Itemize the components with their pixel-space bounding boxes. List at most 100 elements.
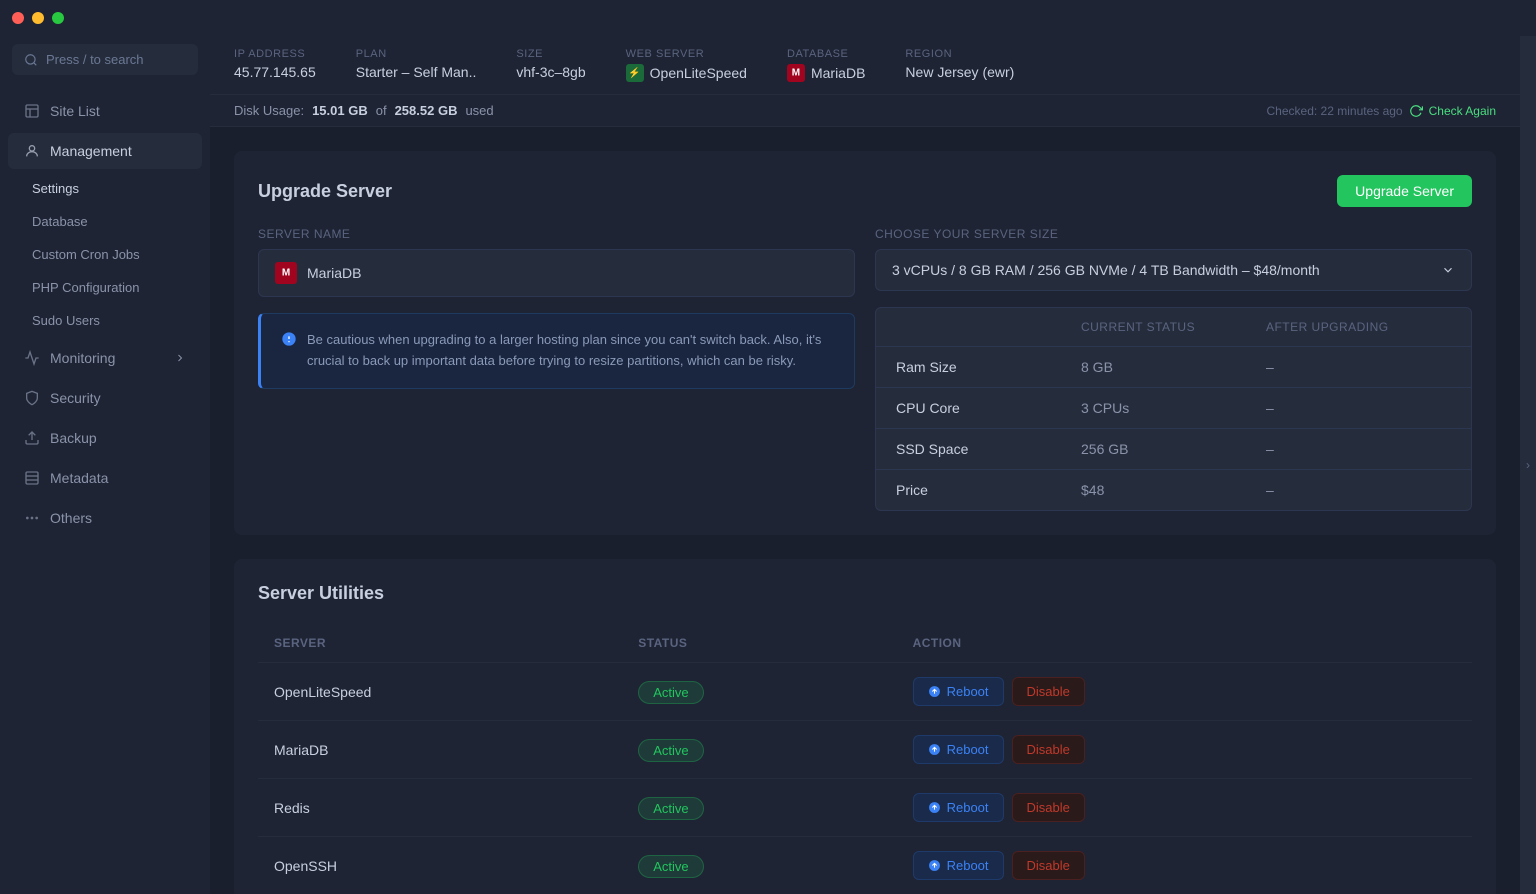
sidebar-item-backup[interactable]: Backup bbox=[8, 420, 202, 456]
specs-col-label bbox=[896, 320, 1081, 334]
web-server-field: WEB SERVER ⚡ OpenLiteSpeed bbox=[626, 48, 747, 82]
action-buttons: Reboot Disable bbox=[913, 735, 1456, 764]
col-status: Status bbox=[622, 624, 896, 663]
action-buttons: Reboot Disable bbox=[913, 851, 1456, 880]
titlebar bbox=[0, 0, 1536, 36]
table-row: Redis Active Reboot Disable bbox=[258, 779, 1472, 837]
mariadb-icon bbox=[787, 64, 805, 82]
security-icon bbox=[24, 390, 40, 406]
sidebar-item-others[interactable]: Others bbox=[8, 500, 202, 536]
metadata-label: Metadata bbox=[50, 470, 108, 486]
disk-of: of bbox=[376, 103, 387, 118]
cpu-current: 3 CPUs bbox=[1081, 400, 1266, 416]
scroll-area: Upgrade Server Upgrade Server Server Nam… bbox=[210, 127, 1520, 894]
ols-icon: ⚡ bbox=[626, 64, 644, 82]
app-body: Press / to search Site List Management S… bbox=[0, 36, 1536, 894]
sidebar-item-settings[interactable]: Settings bbox=[16, 173, 202, 204]
sidebar-item-custom-cron[interactable]: Custom Cron Jobs bbox=[16, 239, 202, 270]
server-status-cell: Active bbox=[622, 663, 896, 721]
upgrade-server-title: Upgrade Server bbox=[258, 181, 392, 202]
ssd-after: – bbox=[1266, 441, 1451, 457]
info-bar-items: IP ADDRESS 45.77.145.65 PLAN Starter – S… bbox=[234, 48, 1014, 82]
sidebar-item-sudo-users[interactable]: Sudo Users bbox=[16, 305, 202, 336]
sidebar-item-monitoring[interactable]: Monitoring bbox=[8, 340, 202, 376]
database-value: MariaDB bbox=[787, 64, 865, 82]
monitoring-label: Monitoring bbox=[50, 350, 115, 366]
server-status-cell: Active bbox=[622, 721, 896, 779]
upgrade-left: Server Name MariaDB bbox=[258, 227, 855, 389]
reboot-button[interactable]: Reboot bbox=[913, 677, 1004, 706]
server-size-select[interactable]: 3 vCPUs / 8 GB RAM / 256 GB NVMe / 4 TB … bbox=[875, 249, 1472, 291]
server-size-text: 3 vCPUs / 8 GB RAM / 256 GB NVMe / 4 TB … bbox=[892, 262, 1320, 278]
sidebar-submenu-management: Settings Database Custom Cron Jobs PHP C… bbox=[0, 171, 210, 338]
size-value: vhf-3c–8gb bbox=[516, 64, 585, 80]
sidebar-item-management[interactable]: Management bbox=[8, 133, 202, 169]
specs-col-after: After Upgrading bbox=[1266, 320, 1451, 334]
upgrade-server-card: Upgrade Server Upgrade Server Server Nam… bbox=[234, 151, 1496, 535]
database-field: DATABASE MariaDB bbox=[787, 48, 865, 82]
search-bar[interactable]: Press / to search bbox=[12, 44, 198, 75]
server-name-cell: MariaDB bbox=[258, 721, 622, 779]
reboot-icon bbox=[928, 859, 941, 872]
check-again-link[interactable]: Check Again bbox=[1429, 104, 1496, 118]
specs-row-price: Price $48 – bbox=[876, 470, 1471, 510]
sidebar-item-database[interactable]: Database bbox=[16, 206, 202, 237]
reboot-icon bbox=[928, 685, 941, 698]
sidebar-item-label: Site List bbox=[50, 103, 100, 119]
specs-row-ssd: SSD Space 256 GB – bbox=[876, 429, 1471, 470]
server-action-cell: Reboot Disable bbox=[897, 663, 1472, 721]
collapse-arrow-icon: › bbox=[1526, 458, 1530, 472]
search-icon bbox=[24, 53, 38, 67]
disable-button[interactable]: Disable bbox=[1012, 735, 1085, 764]
col-action: Action bbox=[897, 624, 1472, 663]
backup-icon bbox=[24, 430, 40, 446]
server-utilities-header: Server Utilities bbox=[258, 583, 1472, 604]
security-label: Security bbox=[50, 390, 101, 406]
disable-button[interactable]: Disable bbox=[1012, 677, 1085, 706]
sidebar-item-metadata[interactable]: Metadata bbox=[8, 460, 202, 496]
specs-table: Current Status After Upgrading Ram Size … bbox=[875, 307, 1472, 511]
server-name-cell: OpenSSH bbox=[258, 837, 622, 894]
sidebar-item-php-config[interactable]: PHP Configuration bbox=[16, 272, 202, 303]
ip-address-field: IP ADDRESS 45.77.145.65 bbox=[234, 48, 316, 80]
checked-label: Checked: 22 minutes ago bbox=[1267, 104, 1403, 118]
chevron-down-icon bbox=[1441, 263, 1455, 277]
dot-red[interactable] bbox=[12, 12, 24, 24]
specs-row-cpu: CPU Core 3 CPUs – bbox=[876, 388, 1471, 429]
reboot-icon bbox=[928, 743, 941, 756]
sidebar-item-label: Management bbox=[50, 143, 132, 159]
server-name-cell: Redis bbox=[258, 779, 622, 837]
server-action-cell: Reboot Disable bbox=[897, 837, 1472, 894]
mariadb-logo-icon bbox=[275, 262, 297, 284]
dot-green[interactable] bbox=[52, 12, 64, 24]
disk-used: 15.01 GB bbox=[312, 103, 368, 118]
metadata-icon bbox=[24, 470, 40, 486]
dot-yellow[interactable] bbox=[32, 12, 44, 24]
sidebar-item-security[interactable]: Security bbox=[8, 380, 202, 416]
database-text: MariaDB bbox=[811, 65, 865, 81]
disable-button[interactable]: Disable bbox=[1012, 851, 1085, 880]
reboot-icon bbox=[928, 801, 941, 814]
status-badge: Active bbox=[638, 681, 703, 704]
info-icon bbox=[281, 331, 297, 354]
plan-label: PLAN bbox=[356, 48, 477, 60]
server-size-label: Choose Your Server Size bbox=[875, 227, 1472, 241]
table-row: MariaDB Active Reboot Disable bbox=[258, 721, 1472, 779]
right-panel-collapse[interactable]: › bbox=[1520, 36, 1536, 894]
upgrade-server-button[interactable]: Upgrade Server bbox=[1337, 175, 1472, 207]
status-badge: Active bbox=[638, 797, 703, 820]
status-badge: Active bbox=[638, 739, 703, 762]
region-field: REGION New Jersey (ewr) bbox=[905, 48, 1014, 80]
reboot-button[interactable]: Reboot bbox=[913, 851, 1004, 880]
specs-col-current: Current Status bbox=[1081, 320, 1266, 334]
reboot-button[interactable]: Reboot bbox=[913, 735, 1004, 764]
warning-text: Be cautious when upgrading to a larger h… bbox=[307, 330, 834, 372]
search-placeholder: Press / to search bbox=[46, 52, 144, 67]
server-name-group: Server Name MariaDB bbox=[258, 227, 855, 297]
price-after: – bbox=[1266, 482, 1451, 498]
size-label: SIZE bbox=[516, 48, 585, 60]
sidebar-item-site-list[interactable]: Site List bbox=[8, 93, 202, 129]
specs-header: Current Status After Upgrading bbox=[876, 308, 1471, 347]
reboot-button[interactable]: Reboot bbox=[913, 793, 1004, 822]
disable-button[interactable]: Disable bbox=[1012, 793, 1085, 822]
